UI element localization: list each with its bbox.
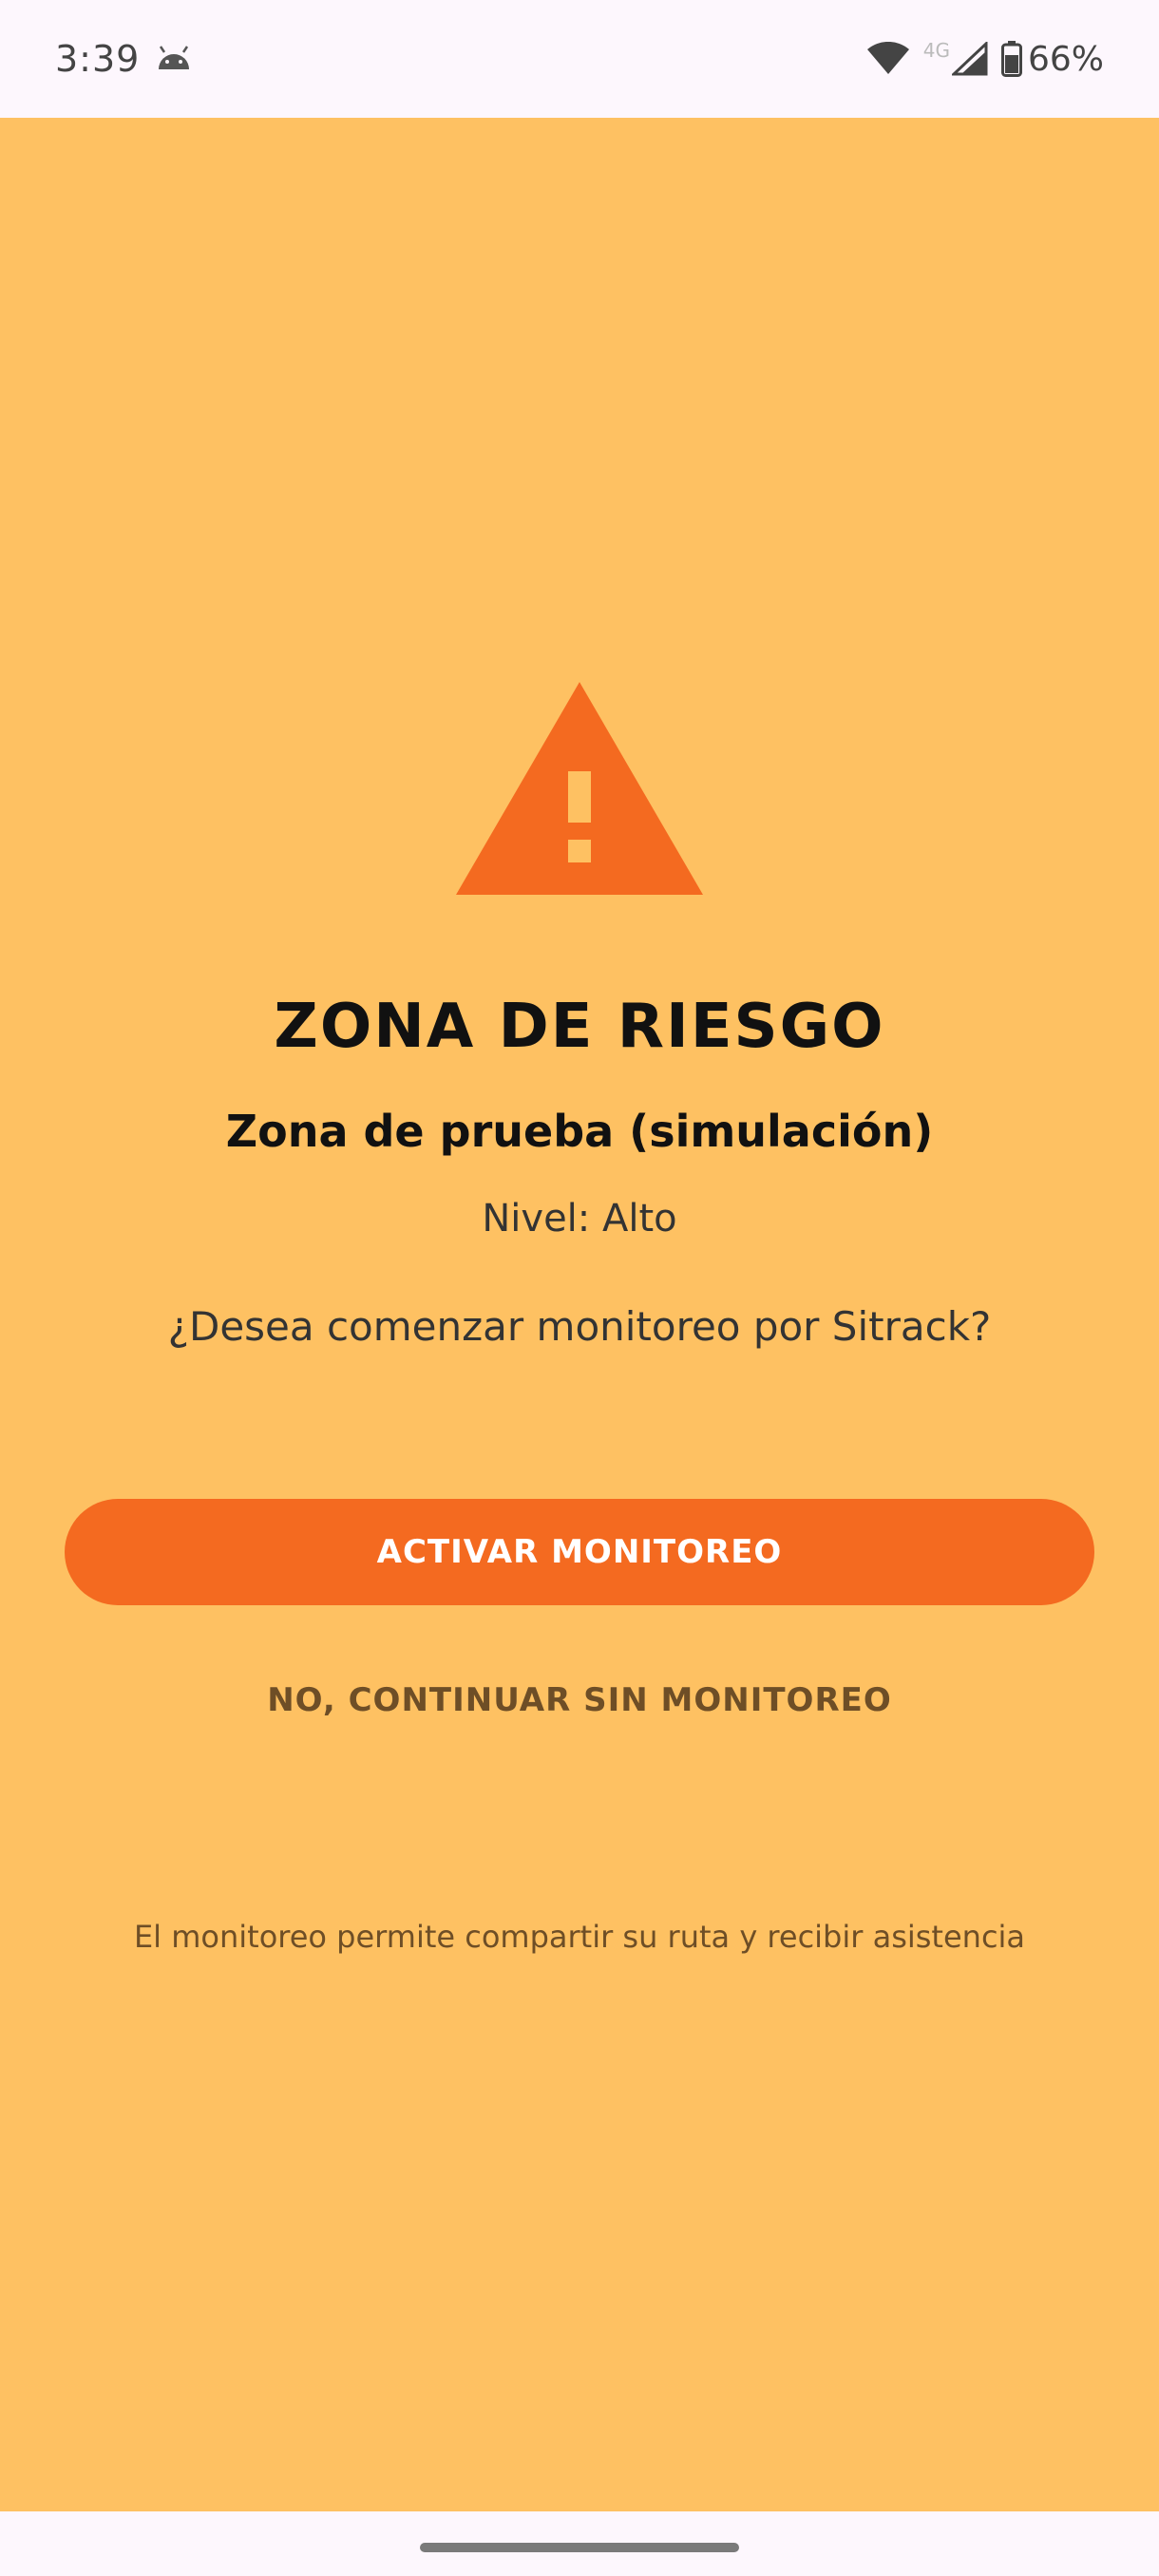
warning-triangle-icon bbox=[456, 682, 703, 895]
battery-icon bbox=[1000, 41, 1022, 77]
signal-icon bbox=[951, 42, 988, 76]
status-left: 3:39 bbox=[55, 38, 193, 80]
continue-without-monitoring-button[interactable]: NO, CONTINUAR SIN MONITOREO bbox=[190, 1653, 969, 1748]
status-time: 3:39 bbox=[55, 38, 141, 80]
status-bar: 3:39 4G 66% bbox=[0, 0, 1159, 118]
status-right: 4G 66% bbox=[853, 39, 1104, 79]
network-type-label: 4G bbox=[922, 39, 950, 62]
battery-percentage: 66% bbox=[1027, 39, 1104, 79]
risk-zone-panel: ZONA DE RIESGO Zona de prueba (simulació… bbox=[0, 118, 1159, 2511]
screen: 3:39 4G 66% ZONA DE RIESGO Zona de prueb… bbox=[0, 0, 1159, 2576]
home-indicator[interactable] bbox=[420, 2543, 739, 2552]
navigation-bar bbox=[0, 2511, 1159, 2576]
risk-level: Nivel: Alto bbox=[482, 1197, 677, 1241]
activate-monitoring-button[interactable]: ACTIVAR MONITOREO bbox=[65, 1499, 1094, 1605]
monitoring-footnote: El monitoreo permite compartir su ruta y… bbox=[133, 1919, 1026, 1955]
zone-name: Zona de prueba (simulación) bbox=[225, 1106, 934, 1157]
wifi-icon bbox=[866, 42, 909, 74]
android-icon bbox=[159, 46, 190, 69]
monitoring-question: ¿Desea comenzar monitoreo por Sitrack? bbox=[167, 1303, 992, 1350]
alert-title: ZONA DE RIESGO bbox=[274, 992, 885, 1062]
